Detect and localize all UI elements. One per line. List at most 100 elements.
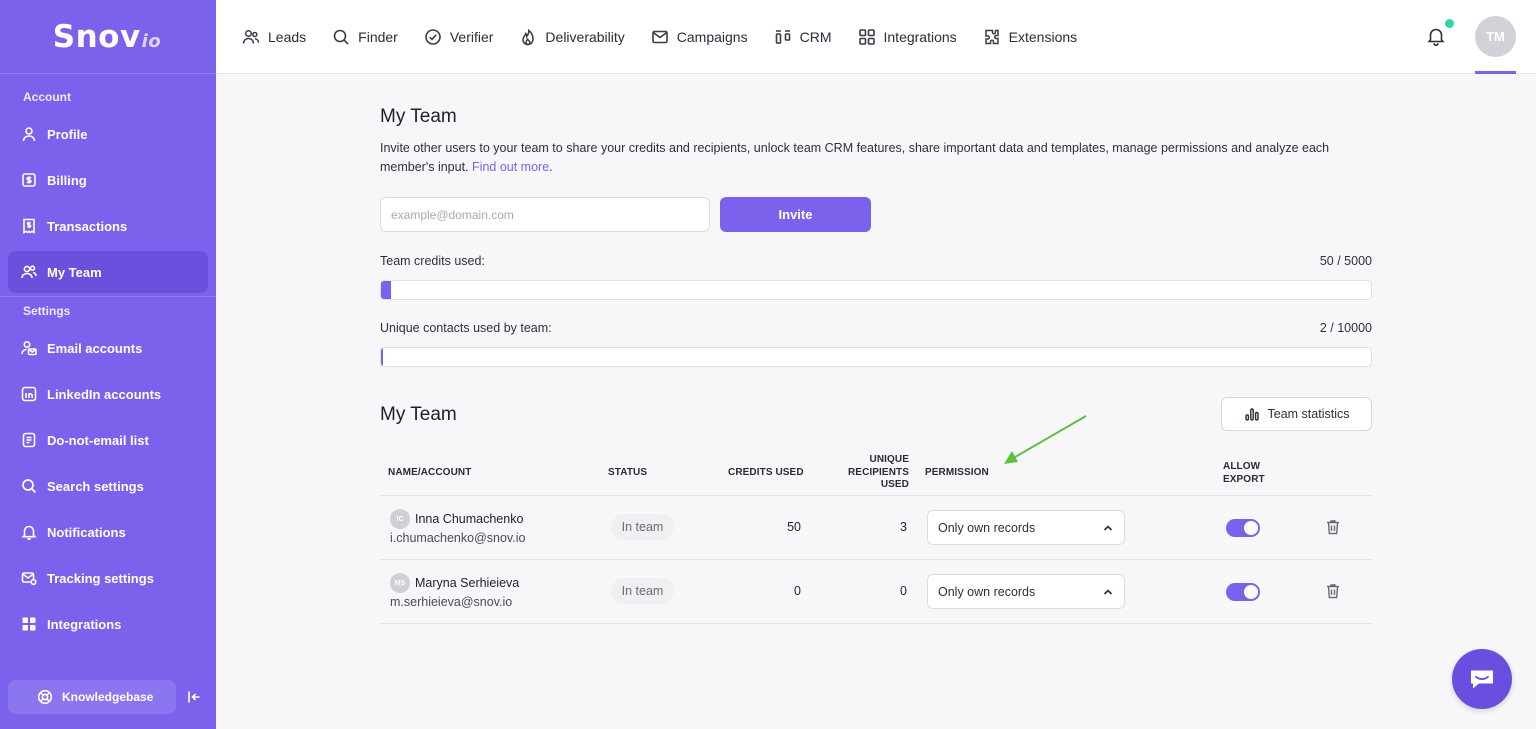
unique-recipients-value: 3 (900, 520, 907, 534)
credits-used-value: 0 (794, 584, 801, 598)
nav-deliverability-label: Deliverability (545, 29, 625, 45)
grid-icon (858, 28, 876, 46)
page-title: My Team (380, 106, 457, 127)
sidebar-item-billing[interactable]: Billing (8, 159, 208, 201)
status-badge: In team (611, 578, 674, 604)
column-header-permission: PERMISSION (925, 467, 989, 478)
user-icon (21, 126, 37, 142)
sidebar-divider (0, 296, 216, 297)
allow-export-toggle[interactable] (1226, 519, 1260, 537)
credits-used-value: 50 (787, 520, 801, 534)
permission-dropdown[interactable]: Only own records (927, 510, 1125, 545)
annotation-arrow-icon (1004, 415, 1087, 464)
page-description: Invite other users to your team to share… (380, 141, 1330, 174)
lifebuoy-icon (37, 689, 53, 705)
puzzle-icon (983, 28, 1001, 46)
sidebar-item-my-team[interactable]: My Team (8, 251, 208, 293)
find-out-more-link[interactable]: Find out more (472, 160, 549, 174)
nav-extensions[interactable]: Extensions (983, 28, 1077, 46)
unique-contacts-value: 2 / 10000 (1319, 321, 1372, 335)
collapse-sidebar-icon[interactable] (186, 689, 202, 705)
top-navigation-bar: Leads Finder Verifier Deliverability Cam… (216, 0, 1536, 74)
allow-export-toggle[interactable] (1226, 583, 1260, 601)
logo[interactable]: Snovio (0, 0, 216, 74)
chat-widget-button[interactable] (1452, 649, 1512, 709)
sidebar-item-integrations[interactable]: Integrations (8, 603, 208, 645)
member-email: i.chumachenko@snov.io (390, 531, 526, 545)
unique-contacts-label: Unique contacts used by team: (380, 321, 552, 335)
crm-icon (774, 28, 792, 46)
avatar[interactable]: TM (1475, 16, 1516, 57)
team-credits-label: Team credits used: (380, 254, 485, 268)
team-section-title: My Team (380, 404, 457, 425)
sidebar-item-label: LinkedIn accounts (47, 386, 162, 402)
chevron-up-icon (1103, 589, 1113, 595)
team-credits-progress-fill (381, 281, 391, 299)
member-avatar: IC (390, 509, 410, 529)
chevron-up-icon (1103, 525, 1113, 531)
bar-chart-icon (1244, 408, 1259, 421)
trash-icon[interactable] (1326, 519, 1340, 535)
list-icon (21, 432, 37, 448)
search-icon (21, 478, 37, 494)
member-name: Inna Chumachenko (415, 512, 524, 526)
permission-selected-value: Only own records (938, 584, 1036, 599)
nav-verifier[interactable]: Verifier (424, 28, 494, 46)
knowledgebase-button[interactable]: Knowledgebase (8, 680, 176, 714)
member-email: m.serhieieva@snov.io (390, 595, 513, 609)
status-badge: In team (611, 514, 674, 540)
chat-bubble-icon (1471, 670, 1493, 689)
invite-button[interactable]: Invite (720, 197, 871, 232)
email-account-icon (21, 340, 37, 356)
sidebar-item-profile[interactable]: Profile (8, 113, 208, 155)
sidebar-item-label: Notifications (47, 524, 126, 540)
sidebar-item-label: Search settings (47, 478, 144, 494)
trash-icon[interactable] (1326, 583, 1340, 599)
tracking-icon (21, 570, 37, 586)
nav-campaigns-label: Campaigns (676, 29, 748, 45)
notifications-bell-icon[interactable] (1426, 26, 1446, 47)
nav-verifier-label: Verifier (449, 29, 494, 45)
sidebar-item-label: Billing (47, 172, 87, 188)
nav-leads[interactable]: Leads (242, 28, 306, 46)
sidebar-item-label: Profile (47, 126, 88, 142)
grid-icon (21, 616, 37, 632)
toggle-knob (1244, 521, 1258, 535)
nav-finder-label: Finder (358, 29, 398, 45)
team-credits-value: 50 / 5000 (1319, 254, 1372, 268)
sidebar-item-label: Do-not-email list (47, 432, 149, 448)
sidebar: Snovio Account Profile Billing Transacti… (0, 0, 216, 729)
invite-email-input[interactable] (380, 197, 710, 232)
mail-icon (651, 28, 669, 46)
nav-integrations[interactable]: Integrations (858, 28, 957, 46)
users-icon (242, 28, 260, 46)
sidebar-item-transactions[interactable]: Transactions (8, 205, 208, 247)
column-header-allow-export: ALLOW EXPORT (1223, 461, 1265, 486)
sidebar-item-email-accounts[interactable]: Email accounts (8, 327, 208, 369)
nav-finder[interactable]: Finder (332, 28, 398, 46)
nav-crm[interactable]: CRM (774, 28, 832, 46)
column-header-unique-recipients: UNIQUE RECIPIENTS USED (842, 454, 909, 492)
sidebar-item-search-settings[interactable]: Search settings (8, 465, 208, 507)
header-line: USED (880, 479, 909, 490)
header-line: EXPORT (1223, 473, 1265, 485)
table-divider (380, 495, 1372, 496)
team-icon (21, 264, 37, 280)
header-line: UNIQUE (869, 454, 909, 465)
top-nav: Leads Finder Verifier Deliverability Cam… (242, 0, 1103, 74)
sidebar-item-tracking-settings[interactable]: Tracking settings (8, 557, 208, 599)
search-icon (332, 28, 350, 46)
nav-deliverability[interactable]: Deliverability (519, 28, 625, 46)
sidebar-item-label: Email accounts (47, 340, 143, 356)
header-line: ALLOW (1223, 461, 1261, 472)
linkedin-icon (21, 386, 37, 402)
team-statistics-button[interactable]: Team statistics (1221, 397, 1372, 431)
column-header-status: STATUS (608, 467, 648, 478)
sidebar-item-notifications[interactable]: Notifications (8, 511, 208, 553)
nav-campaigns[interactable]: Campaigns (651, 28, 748, 46)
sidebar-item-do-not-email-list[interactable]: Do-not-email list (8, 419, 208, 461)
column-header-credits: CREDITS USED (728, 467, 804, 478)
sidebar-item-linkedin-accounts[interactable]: LinkedIn accounts (8, 373, 208, 415)
avatar-active-indicator (1475, 71, 1516, 74)
permission-dropdown[interactable]: Only own records (927, 574, 1125, 609)
